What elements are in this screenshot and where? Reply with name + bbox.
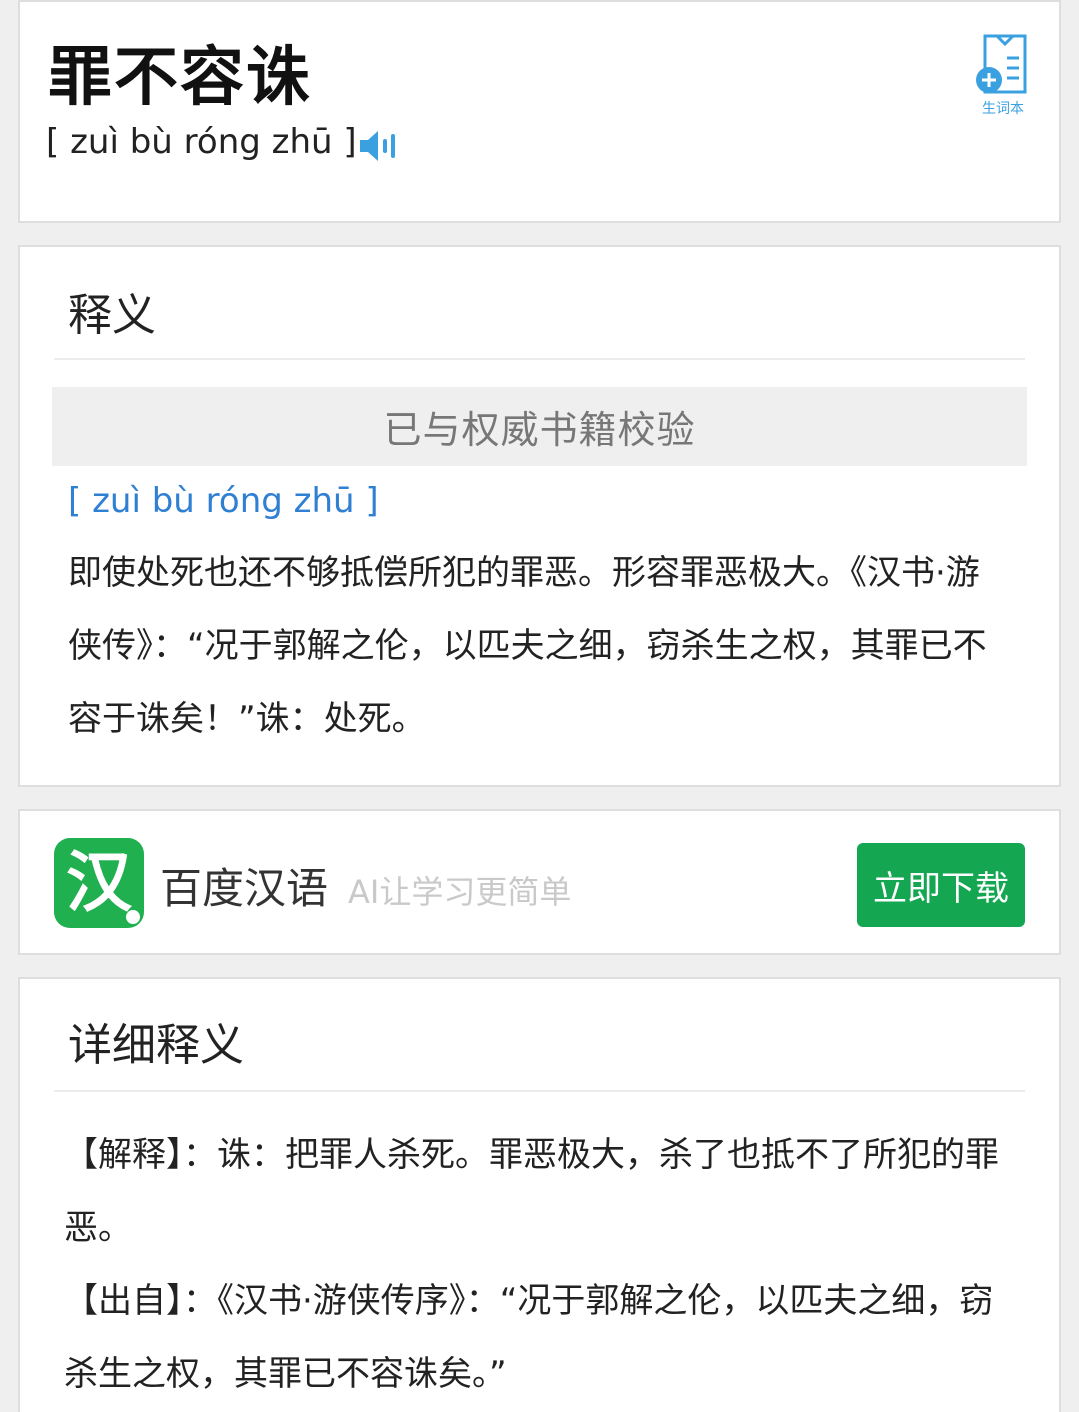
explain-label: 【解释】： (64, 1135, 217, 1175)
speaker-icon[interactable] (358, 127, 400, 165)
add-to-vocabulary-button[interactable]: 生词本 (975, 34, 1031, 120)
divider (54, 1090, 1025, 1092)
download-button[interactable]: 立即下载 (857, 843, 1025, 927)
word-title: 罪不容诛 (48, 41, 312, 115)
source-paragraph: 【出自】：《汉书·游侠传序》：“况于郭解之伦，以匹夫之细，窃杀生之权，其罪已不容… (64, 1265, 1014, 1411)
divider (54, 358, 1025, 360)
detail-title: 详细释义 (68, 1020, 244, 1071)
app-slogan: AI让学习更简单 (348, 873, 572, 911)
app-logo: 汉 (54, 838, 144, 928)
definition-pinyin: [ zuì bù róng zhū ] (68, 481, 379, 521)
definition-text: 即使处死也还不够抵偿所犯的罪恶。形容罪恶极大。《汉书·游侠传》：“况于郭解之伦，… (68, 553, 987, 739)
app-logo-char: 汉 (66, 844, 132, 921)
detailed-definition-card: 详细释义 【解释】：诛：把罪人杀死。罪恶极大，杀了也抵不了所犯的罪恶。 【出自】… (18, 977, 1061, 1412)
app-name: 百度汉语 (160, 864, 329, 913)
definition-card: 释义 已与权威书籍校验 [ zuì bù róng zhū ] 即使处死也还不够… (18, 245, 1061, 787)
paw-icon (126, 910, 140, 924)
vocabulary-book-icon (976, 34, 1027, 94)
explain-paragraph: 【解释】：诛：把罪人杀死。罪恶极大，杀了也抵不了所犯的罪恶。 (64, 1119, 1014, 1265)
app-promo-card[interactable]: 汉 百度汉语 AI让学习更简单 立即下载 (18, 809, 1061, 955)
vocabulary-label: 生词本 (982, 101, 1024, 117)
source-label: 【出自】： (64, 1281, 217, 1321)
detail-body: 【解释】：诛：把罪人杀死。罪恶极大，杀了也抵不了所犯的罪恶。 【出自】：《汉书·… (64, 1119, 1014, 1411)
definition-title: 释义 (68, 290, 156, 341)
word-header-card: 罪不容诛 [ zuì bù róng zhū ] 生词本 (18, 0, 1061, 223)
verified-banner: 已与权威书籍校验 (52, 387, 1027, 466)
word-pinyin: [ zuì bù róng zhū ] (46, 122, 357, 162)
